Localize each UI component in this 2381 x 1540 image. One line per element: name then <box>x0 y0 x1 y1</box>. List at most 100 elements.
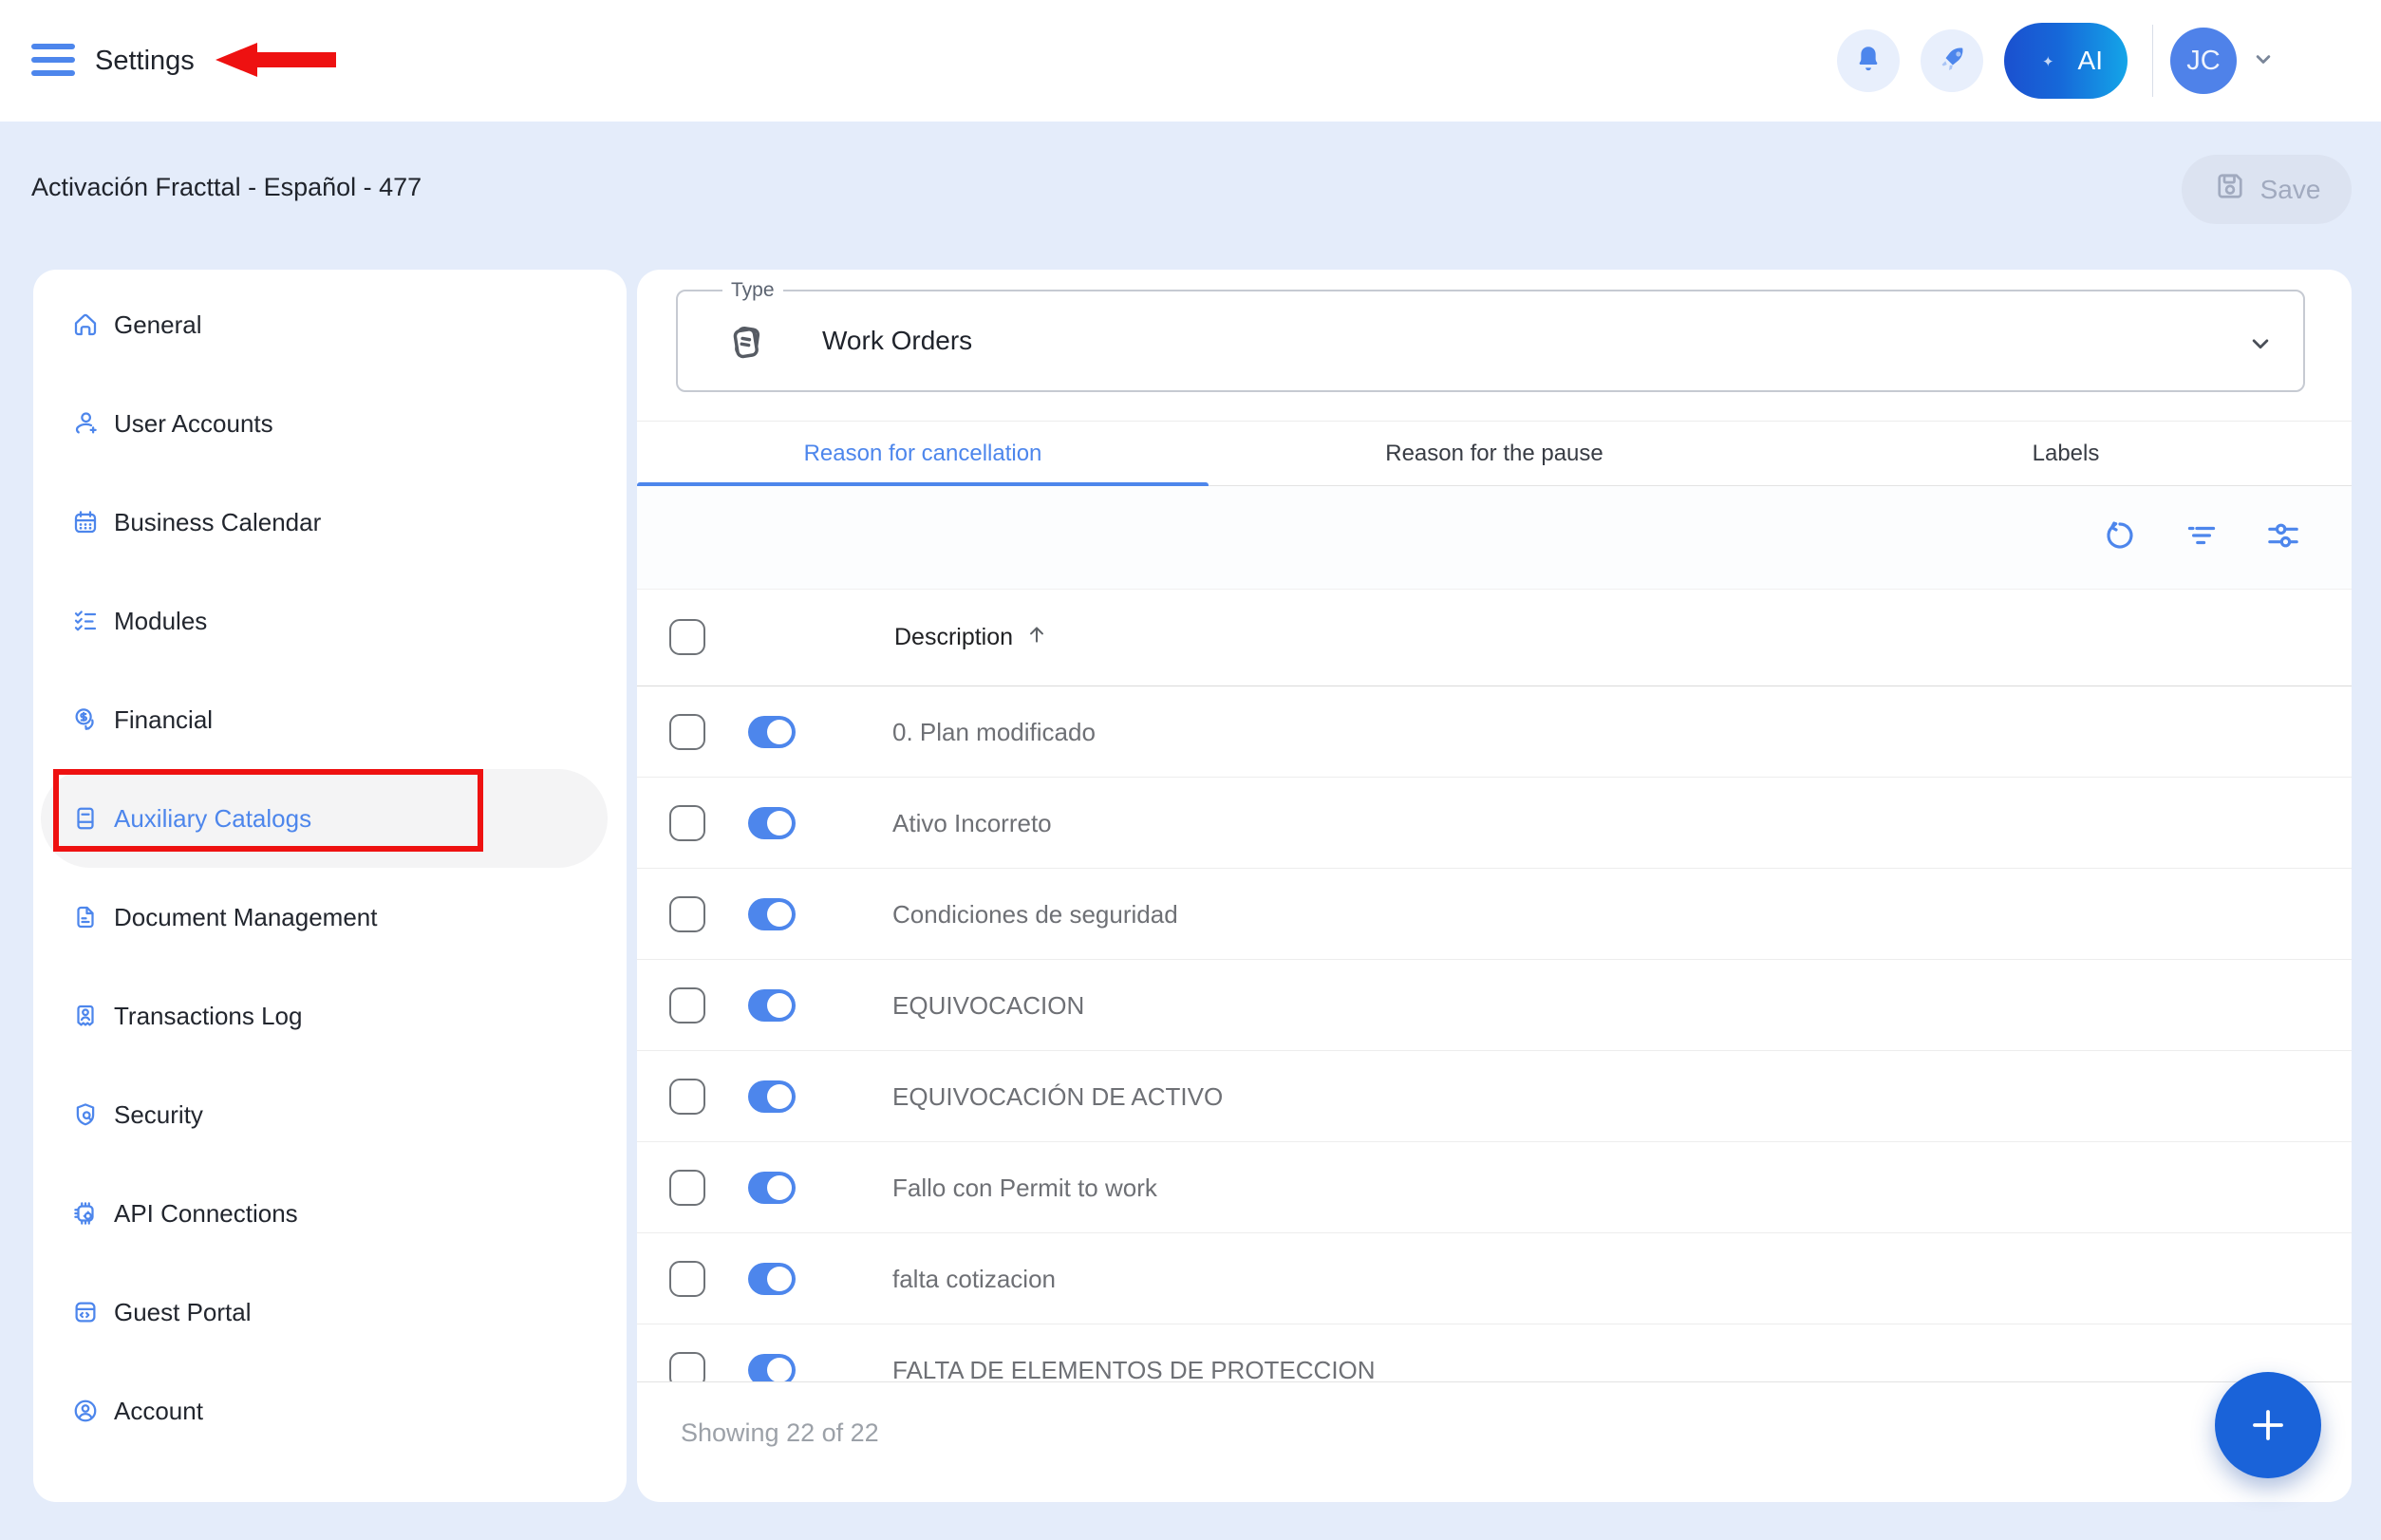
row-enabled-toggle[interactable] <box>748 898 796 930</box>
add-item-button[interactable] <box>2215 1372 2321 1478</box>
sidebar-item-label: Business Calendar <box>114 507 322 536</box>
table-row: EQUIVOCACION <box>637 960 2352 1051</box>
select-all-checkbox[interactable] <box>669 619 705 655</box>
sidebar-item-label: Security <box>114 1099 203 1129</box>
ai-button-label: AI <box>2077 46 2103 75</box>
calendar-icon <box>71 508 100 536</box>
table-footer: Showing 22 of 22 <box>637 1381 2352 1502</box>
table-row: FALTA DE ELEMENTOS DE PROTECCION <box>637 1324 2352 1381</box>
row-enabled-toggle[interactable] <box>748 1354 796 1381</box>
dollar-coin-icon <box>71 705 100 734</box>
sidebar-item-label: Document Management <box>114 902 378 931</box>
id-badge-icon <box>71 1002 100 1030</box>
chip-gear-icon <box>71 1199 100 1228</box>
sidebar-item-label: General <box>114 310 202 339</box>
sidebar-item-security[interactable]: Security <box>41 1065 608 1164</box>
tab-reason-for-cancellation[interactable]: Reason for cancellation <box>637 422 1209 488</box>
sidebar-item-user-accounts[interactable]: User Accounts <box>41 374 608 473</box>
type-select[interactable]: Type Work Orders <box>676 279 2305 392</box>
row-checkbox[interactable] <box>669 987 705 1024</box>
row-checkbox[interactable] <box>669 714 705 750</box>
row-checkbox[interactable] <box>669 1352 705 1381</box>
row-enabled-toggle[interactable] <box>748 807 796 839</box>
chevron-down-icon <box>2246 329 2275 363</box>
table-row: Fallo con Permit to work <box>637 1142 2352 1233</box>
user-avatar[interactable]: JC <box>2170 28 2237 94</box>
auxiliary-catalogs-panel: Type Work Orders Reason for cancellation… <box>637 270 2352 1502</box>
refresh-button[interactable] <box>2101 518 2139 556</box>
sidebar-item-label: User Accounts <box>114 408 273 438</box>
sidebar-item-general[interactable]: General <box>41 275 608 374</box>
user-circle-icon <box>71 1397 100 1425</box>
sidebar-item-financial[interactable]: Financial <box>41 670 608 769</box>
sidebar-item-api-connections[interactable]: API Connections <box>41 1164 608 1263</box>
row-description: Fallo con Permit to work <box>892 1174 1157 1202</box>
type-select-label: Type <box>722 279 783 302</box>
sidebar-item-label: Transactions Log <box>114 1001 303 1030</box>
account-menu-button[interactable] <box>2250 46 2277 77</box>
checklist-icon <box>71 607 100 635</box>
tab-labels[interactable]: Labels <box>1780 422 2352 485</box>
top-app-bar: Settings ✦ AI JC <box>0 0 2381 122</box>
row-description: EQUIVOCACION <box>892 991 1085 1020</box>
home-icon <box>71 310 100 339</box>
annotation-arrow-shaft <box>254 52 336 67</box>
settings-sidebar: General User Accounts Business Calendar … <box>33 270 627 1502</box>
sidebar-item-label: API Connections <box>114 1198 298 1228</box>
filter-button[interactable] <box>2183 518 2221 556</box>
row-enabled-toggle[interactable] <box>748 989 796 1022</box>
sidebar-item-label: Account <box>114 1396 203 1425</box>
ai-assistant-button[interactable]: ✦ AI <box>2004 23 2128 99</box>
tab-reason-for-the-pause[interactable]: Reason for the pause <box>1209 422 1780 485</box>
journal-icon <box>71 804 100 833</box>
whats-new-button[interactable] <box>1921 29 1983 92</box>
sidebar-item-label: Guest Portal <box>114 1297 252 1326</box>
table-header-row: Description <box>637 589 2352 686</box>
sidebar-item-document-management[interactable]: Document Management <box>41 868 608 967</box>
sort-ascending-icon <box>1024 622 1049 653</box>
rocket-icon <box>1935 42 1969 81</box>
sidebar-item-business-calendar[interactable]: Business Calendar <box>41 473 608 572</box>
row-checkbox[interactable] <box>669 1079 705 1115</box>
row-enabled-toggle[interactable] <box>748 1172 796 1204</box>
save-button[interactable]: Save <box>2182 155 2352 224</box>
table-row: Ativo Incorreto <box>637 778 2352 869</box>
menu-icon[interactable] <box>31 44 75 78</box>
sidebar-item-guest-portal[interactable]: Guest Portal <box>41 1263 608 1362</box>
plus-icon <box>2245 1402 2291 1448</box>
sparkle-icon: ✦ <box>2042 54 2054 70</box>
row-description: EQUIVOCACIÓN DE ACTIVO <box>892 1082 1224 1111</box>
avatar-initials: JC <box>2186 45 2221 76</box>
row-checkbox[interactable] <box>669 1170 705 1206</box>
bell-icon <box>1852 43 1884 80</box>
sidebar-item-auxiliary-catalogs[interactable]: Auxiliary Catalogs <box>41 769 608 868</box>
sidebar-item-transactions-log[interactable]: Transactions Log <box>41 967 608 1065</box>
row-enabled-toggle[interactable] <box>748 1080 796 1113</box>
document-icon <box>71 903 100 931</box>
sidebar-item-account[interactable]: Account <box>41 1362 608 1460</box>
work-order-icon <box>722 318 771 372</box>
row-description: Ativo Incorreto <box>892 809 1052 837</box>
chevron-down-icon <box>2250 46 2277 77</box>
row-description: 0. Plan modificado <box>892 718 1096 746</box>
row-enabled-toggle[interactable] <box>748 1263 796 1295</box>
row-description: FALTA DE ELEMENTOS DE PROTECCION <box>892 1356 1376 1381</box>
pagination-status: Showing 22 of 22 <box>681 1418 879 1447</box>
row-enabled-toggle[interactable] <box>748 716 796 748</box>
sidebar-item-modules[interactable]: Modules <box>41 572 608 670</box>
row-checkbox[interactable] <box>669 1261 705 1297</box>
column-settings-button[interactable] <box>2264 518 2302 556</box>
sidebar-item-label: Financial <box>114 704 214 734</box>
table-toolbar <box>637 486 2352 589</box>
type-select-value: Work Orders <box>822 326 973 355</box>
annotation-arrow-icon <box>216 43 257 77</box>
row-checkbox[interactable] <box>669 805 705 841</box>
table-body: 0. Plan modificado Ativo Incorreto Condi… <box>637 686 2352 1381</box>
floppy-disk-icon <box>2213 169 2247 210</box>
row-description: falta cotizacion <box>892 1265 1056 1293</box>
save-button-label: Save <box>2259 174 2321 204</box>
notifications-button[interactable] <box>1837 29 1900 92</box>
topbar-divider <box>2152 25 2153 97</box>
description-column-header[interactable]: Description <box>894 622 1049 653</box>
row-checkbox[interactable] <box>669 896 705 932</box>
